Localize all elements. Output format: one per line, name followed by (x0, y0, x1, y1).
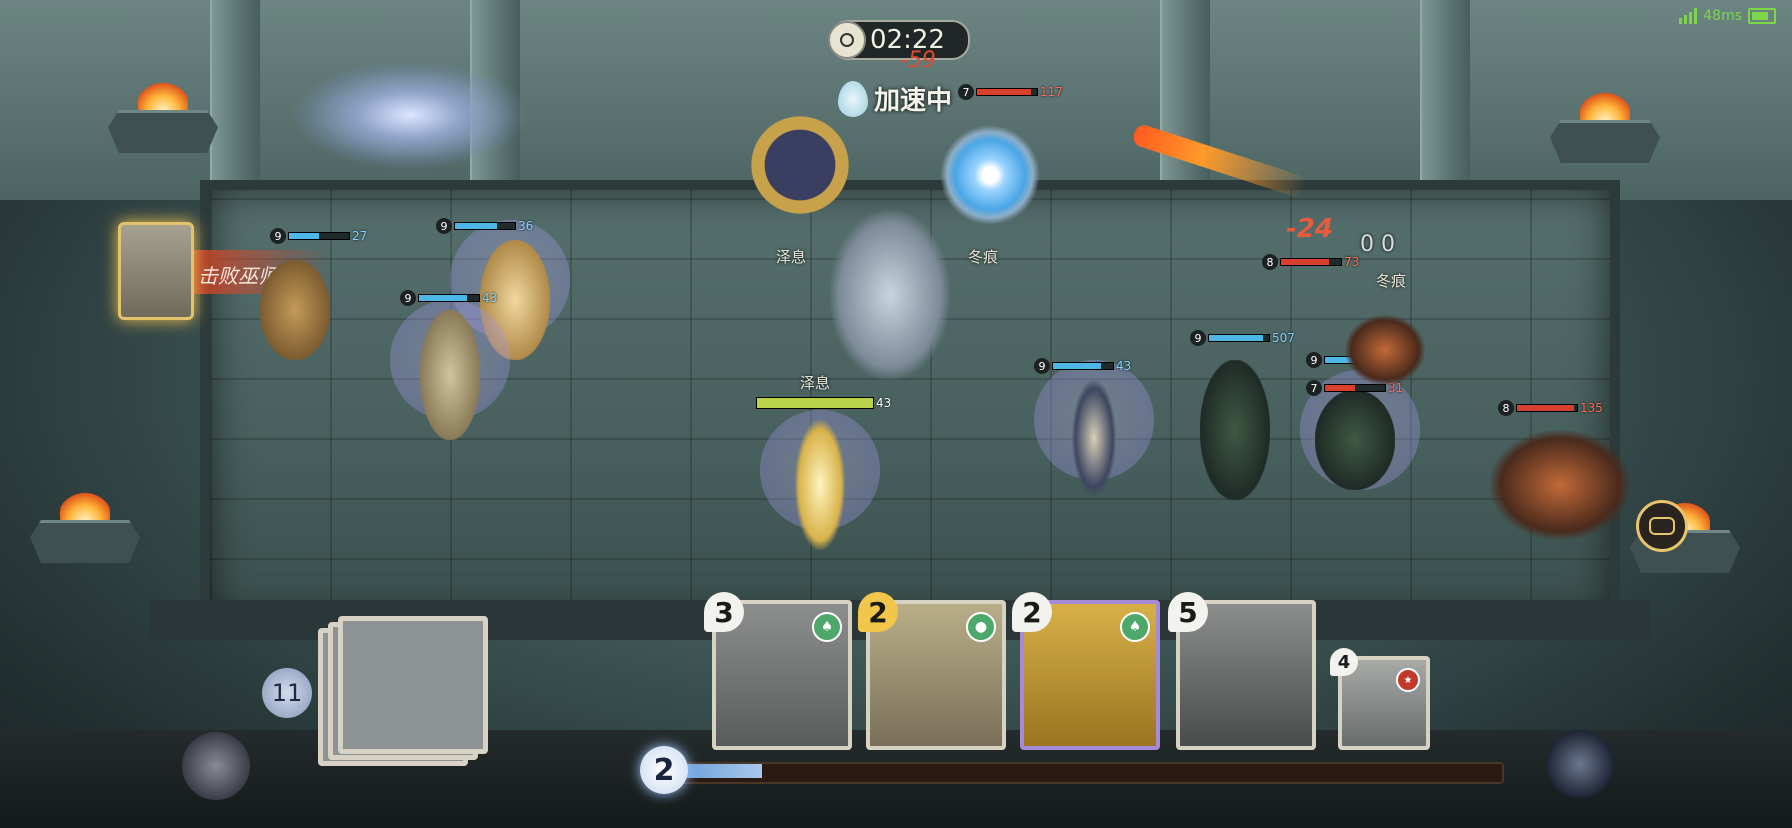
draw-deck[interactable] (318, 616, 488, 766)
hand-card[interactable]: 5 (1168, 592, 1316, 750)
enemy-hero-hp-display: 0 0 (1360, 232, 1395, 257)
battery-icon (1748, 8, 1776, 24)
companion-icon: ♠ (812, 612, 842, 642)
speed-drop-icon (838, 80, 868, 117)
brazier (1540, 90, 1670, 170)
battle-scene: 02:22 -59 加速中 48ms 泽息 冬痕 击败巫师! 9 27 9 36 9… (0, 0, 1792, 828)
player-avatar[interactable] (182, 732, 250, 800)
wall-pillar (1160, 0, 1210, 210)
unit-hp-bar: 9 43 (400, 290, 497, 306)
mana-bar: 2 (640, 746, 1504, 794)
mana-track (680, 762, 1504, 784)
unit-hp-bar: 9 43 (1034, 358, 1131, 374)
wizard-unit[interactable] (390, 300, 520, 450)
unit-hp-bar: 9 36 (436, 218, 533, 234)
hand-card[interactable]: 2 ● (858, 592, 1006, 750)
network-status: 48ms (1679, 8, 1776, 24)
unit-hp-bar: 7 117 (958, 84, 1063, 100)
card-cost: 4 (1330, 648, 1358, 676)
spider-unit[interactable] (1480, 410, 1640, 550)
portrait-name: 泽息 (776, 248, 807, 266)
hand-card[interactable]: 2 ♠ (1012, 592, 1160, 750)
wizard-unit[interactable] (1034, 360, 1154, 500)
clock-icon (828, 21, 866, 59)
spell-icon: ● (966, 612, 996, 642)
speed-indicator: 加速中 (838, 80, 952, 117)
card-cost: 2 (858, 592, 898, 632)
timer-delta: -59 (900, 48, 936, 73)
speed-status-text: 加速中 (874, 86, 953, 116)
mana-fill (680, 764, 762, 778)
brazier (20, 490, 150, 570)
unit-hp-bar: 8 73 (1262, 254, 1359, 270)
brazier (98, 80, 228, 160)
portal-vortex (290, 60, 530, 170)
companion-icon: ♠ (1120, 612, 1150, 642)
card-cost: 3 (704, 592, 744, 632)
hand-card[interactable]: 3 ♠ (704, 592, 852, 750)
dragon-unit[interactable] (820, 200, 960, 390)
damage-number: -24 (1286, 214, 1333, 244)
badge-icon: ★ (1396, 668, 1420, 692)
ally-hero-unit[interactable] (760, 410, 880, 560)
next-card: 4 ★ (1330, 648, 1430, 750)
ally-hero-hp-bar: 43 (756, 396, 891, 410)
card-cost: 2 (1012, 592, 1052, 632)
card-cost: 5 (1168, 592, 1208, 632)
spider-unit[interactable] (1340, 310, 1430, 390)
wall-pillar (1420, 0, 1470, 210)
wizard-unit[interactable] (1180, 350, 1290, 500)
defeated-wizard-card (118, 222, 194, 320)
chat-icon (1649, 517, 1675, 535)
unit-hp-bar: 9 27 (270, 228, 367, 244)
ping-text: 48ms (1703, 8, 1742, 24)
opponent-avatar[interactable] (1546, 730, 1614, 798)
portrait-name: 冬痕 (968, 248, 999, 266)
signal-icon (1679, 8, 1698, 24)
enemy-hero-name: 冬痕 (1376, 272, 1407, 290)
chat-button[interactable] (1636, 500, 1688, 552)
deck-count: 11 (262, 668, 312, 718)
unit-hp-bar: 9 507 (1190, 330, 1295, 346)
creature-unit[interactable] (240, 240, 350, 370)
mana-count: 2 (640, 746, 688, 794)
